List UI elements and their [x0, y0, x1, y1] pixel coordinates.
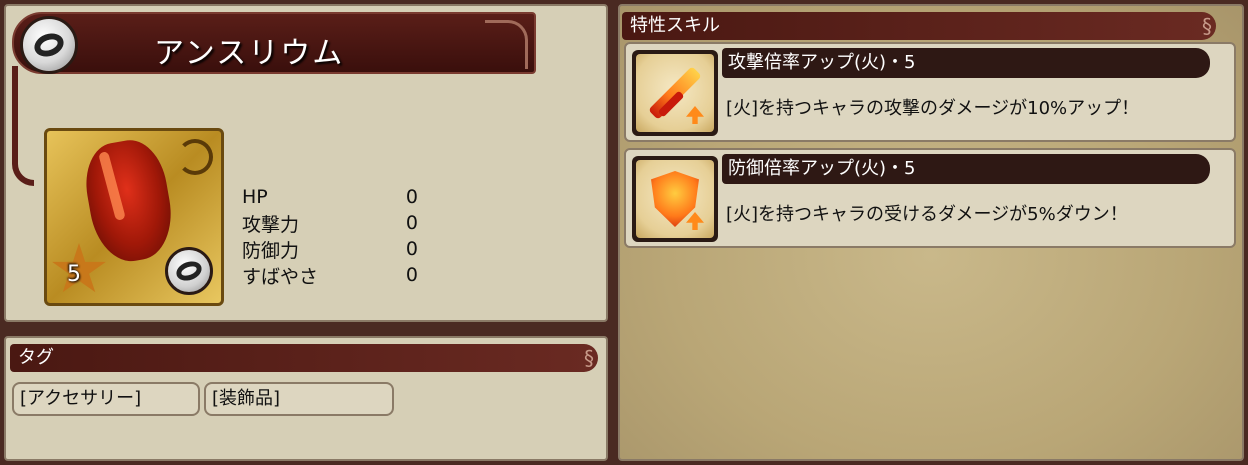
title-banner: アンスリウム: [12, 12, 536, 74]
stat-value: 0: [405, 264, 418, 286]
item-type-badge: [20, 16, 78, 74]
stat-row: 防御力 0: [242, 236, 418, 262]
curl-ornament-icon: §: [584, 346, 594, 370]
skill-card[interactable]: 防御倍率アップ(火)・5 [火]を持つキャラの受けるダメージが5%ダウン！: [624, 148, 1236, 248]
stat-label: 攻撃力: [242, 213, 300, 236]
item-detail-panel: アンスリウム 5 HP 0 攻撃力 0 防御力 0 すばやさ 0: [4, 4, 608, 322]
stat-value: 0: [405, 212, 418, 234]
skill-description: [火]を持つキャラの攻撃のダメージが10%アップ！: [726, 98, 1140, 119]
tag-header: タグ §: [10, 344, 598, 372]
item-artwork: [79, 134, 179, 268]
arrow-up-icon: [686, 212, 704, 230]
stat-value: 0: [405, 238, 418, 260]
arrow-up-icon: [686, 106, 704, 124]
stat-row: 攻撃力 0: [242, 210, 418, 236]
curl-ornament-icon: §: [1202, 14, 1212, 38]
skill-title: 防御倍率アップ(火)・5: [722, 154, 1210, 184]
frame-ornament: [12, 66, 34, 186]
sword-up-icon: [636, 54, 714, 132]
skills-panel: 特性スキル § 攻撃倍率アップ(火)・5 [火]を持つキャラの攻撃のダメージが1…: [618, 4, 1244, 461]
ring-icon: [31, 29, 67, 61]
skill-description: [火]を持つキャラの受けるダメージが5%ダウン！: [726, 204, 1128, 225]
skills-header: 特性スキル §: [622, 12, 1216, 40]
shield-up-icon: [636, 160, 714, 238]
tag-pill[interactable]: [装飾品]: [204, 382, 394, 416]
tag-header-label: タグ: [18, 347, 54, 368]
stat-value: 0: [405, 186, 418, 208]
stat-row: HP 0: [242, 184, 418, 210]
skills-header-label: 特性スキル: [630, 15, 720, 36]
tag-panel: タグ § [アクセサリー] [装飾品]: [4, 336, 608, 461]
item-name: アンスリウム: [154, 36, 345, 71]
tag-pill[interactable]: [アクセサリー]: [12, 382, 200, 416]
stat-label: HP: [242, 186, 268, 208]
stat-row: すばやさ 0: [242, 262, 418, 288]
stat-label: すばやさ: [242, 265, 319, 288]
skill-card[interactable]: 攻撃倍率アップ(火)・5 [火]を持つキャラの攻撃のダメージが10%アップ！: [624, 42, 1236, 142]
skill-icon-frame: [632, 50, 718, 136]
card-type-badge: [165, 247, 213, 295]
swirl-icon: [177, 139, 213, 175]
item-card[interactable]: 5: [44, 128, 224, 306]
stats-table: HP 0 攻撃力 0 防御力 0 すばやさ 0: [242, 184, 418, 288]
skill-title: 攻撃倍率アップ(火)・5: [722, 48, 1210, 78]
ring-icon: [173, 258, 205, 284]
stat-label: 防御力: [242, 239, 300, 262]
rarity-value: 5: [67, 262, 81, 287]
skill-icon-frame: [632, 156, 718, 242]
